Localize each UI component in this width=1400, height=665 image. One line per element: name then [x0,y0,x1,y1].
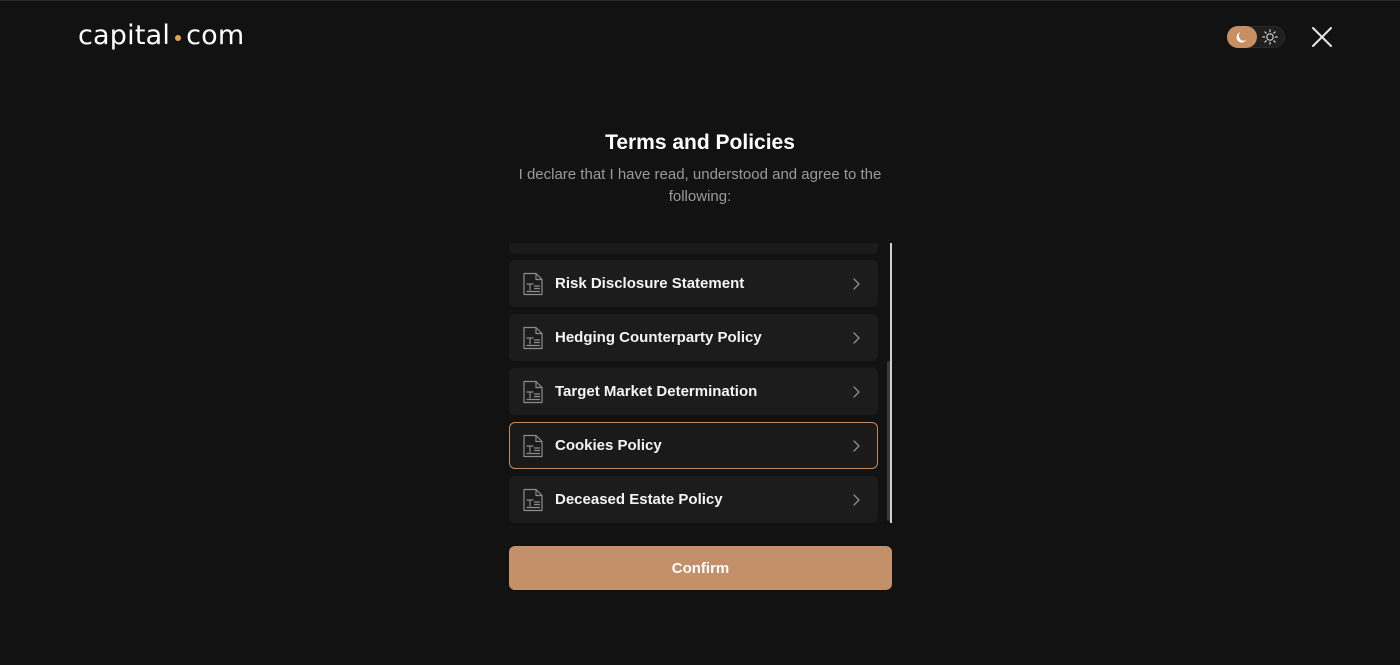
document-icon [522,488,544,512]
chevron-right-icon [851,331,861,345]
close-icon [1312,27,1332,47]
policy-list-item[interactable]: Cookies Policy [509,422,878,469]
theme-toggle-knob [1227,26,1257,48]
logo-text-right: com [186,20,245,51]
confirm-button[interactable]: Confirm [509,546,892,590]
scrollbar-track[interactable] [890,243,892,523]
policy-label: Cookies Policy [555,437,662,454]
sun-icon[interactable] [1261,28,1279,46]
document-icon [522,272,544,296]
scrollbar-thumb[interactable] [887,361,890,521]
policy-label: Target Market Determination [555,383,758,400]
chevron-right-icon [851,277,861,291]
document-icon [522,326,544,350]
close-button[interactable] [1309,24,1335,50]
chevron-right-icon [851,385,861,399]
policy-label: Hedging Counterparty Policy [555,329,762,346]
moon-icon [1236,32,1247,43]
list-item-partial [509,243,878,254]
theme-toggle[interactable] [1227,26,1285,48]
policy-list-item[interactable]: Deceased Estate Policy [509,476,878,523]
policy-list-item[interactable]: Risk Disclosure Statement [509,260,878,307]
policy-label: Deceased Estate Policy [555,491,723,508]
top-border [0,0,1400,1]
document-icon [522,380,544,404]
logo-dot [175,35,182,41]
capital-com-logo[interactable]: capital com [78,18,244,54]
policy-list-item[interactable]: Target Market Determination [509,368,878,415]
policies-list[interactable]: Risk Disclosure Statement Hedging Counter… [509,243,892,523]
logo-text-left: capital [78,20,171,51]
document-icon [522,434,544,458]
chevron-right-icon [851,439,861,453]
policy-list-item[interactable]: Hedging Counterparty Policy [509,314,878,361]
page-subtitle: I declare that I have read, understood a… [518,166,882,205]
policy-label: Risk Disclosure Statement [555,275,745,292]
page-title: Terms and Policies [605,131,795,154]
chevron-right-icon [851,493,861,507]
